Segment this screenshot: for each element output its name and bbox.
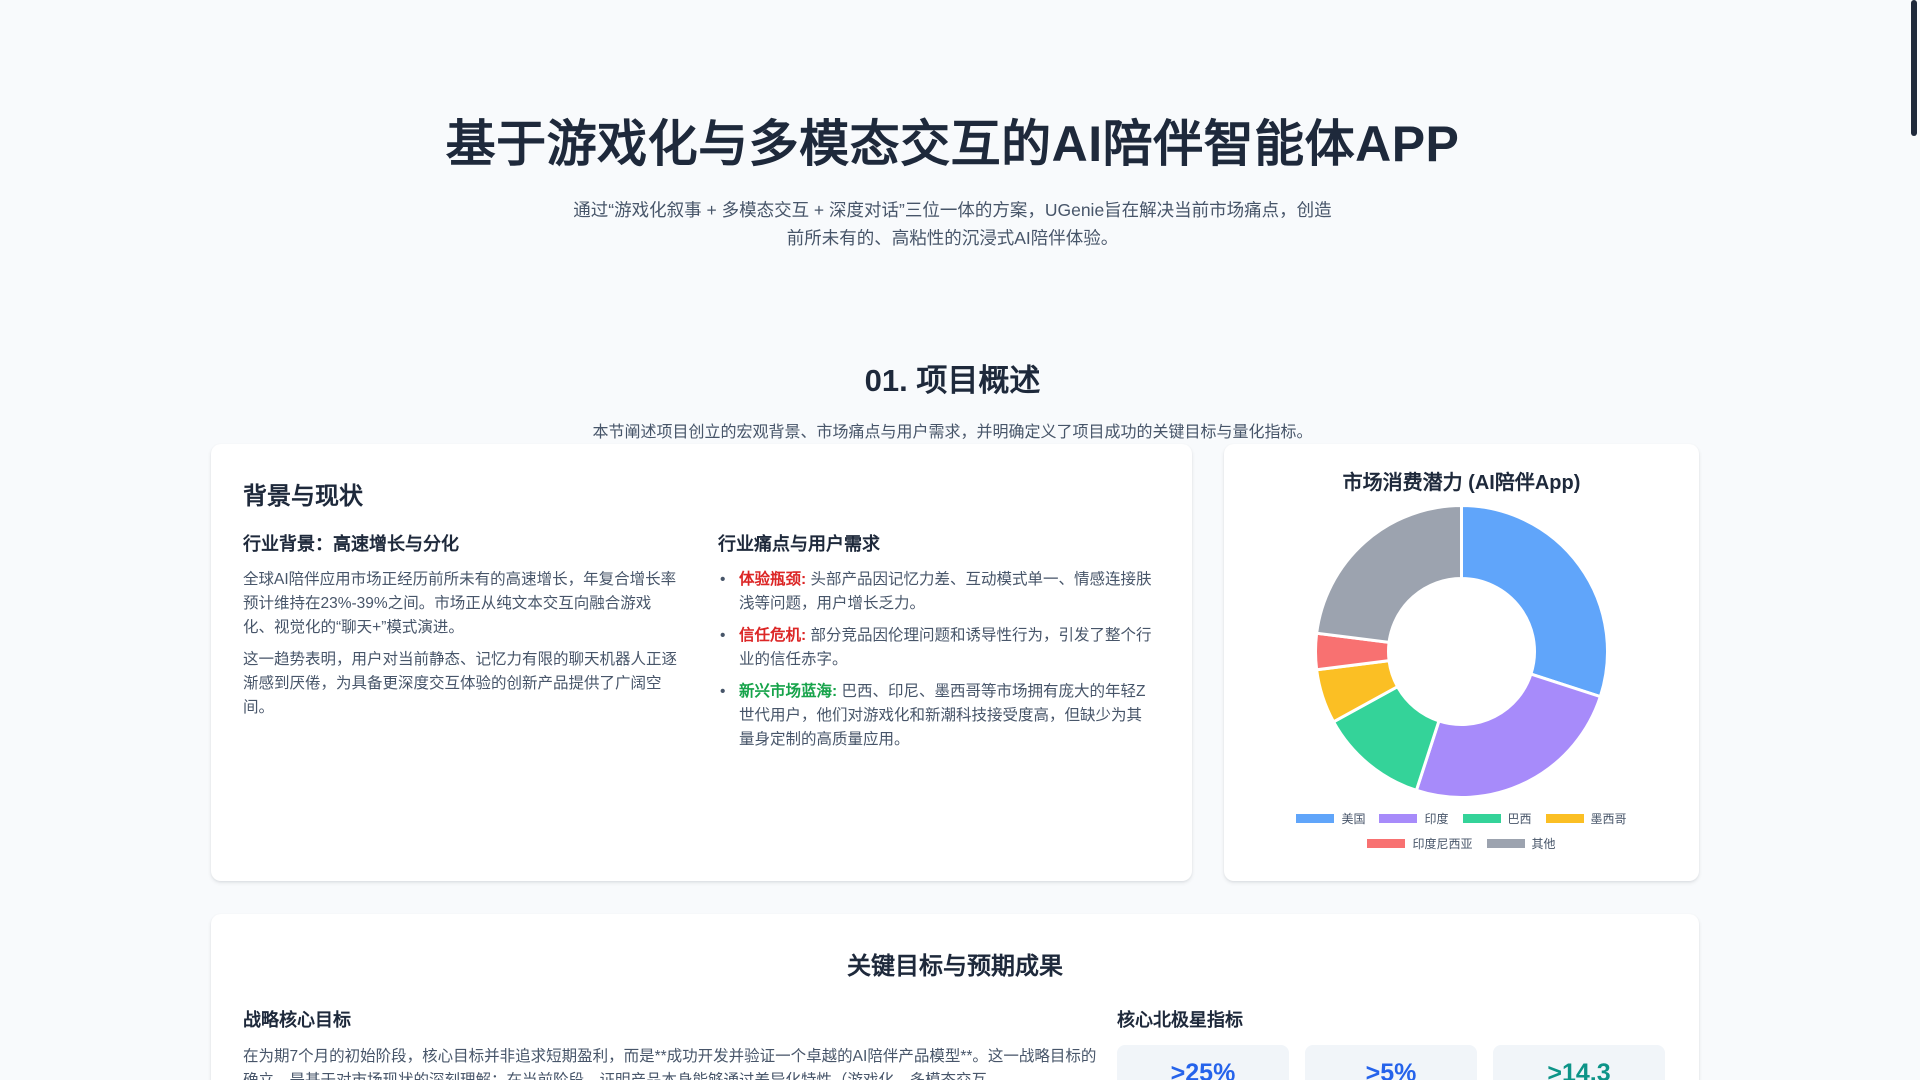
strategic-goal: 战略核心目标 在为期7个月的初始阶段，核心目标并非追求短期盈利，而是**成功开发… bbox=[243, 1006, 1103, 1080]
legend-swatch bbox=[1296, 814, 1335, 823]
list-item: 信任危机: 部分竞品因伦理问题和诱导性行为，引发了整个行业的信任赤字。 bbox=[718, 624, 1155, 672]
pain-point-tag: 信任危机: bbox=[739, 627, 807, 644]
donut-slice-1[interactable] bbox=[1460, 504, 1609, 699]
goals-card: 关键目标与预期成果 战略核心目标 在为期7个月的初始阶段，核心目标并非追求短期盈… bbox=[211, 914, 1699, 1080]
legend-swatch bbox=[1462, 814, 1501, 823]
legend-label: 印度尼西亚 bbox=[1412, 837, 1473, 851]
chart-title: 市场消费潜力 (AI陪伴App) bbox=[1342, 472, 1581, 494]
background-title: 背景与现状 bbox=[243, 483, 363, 510]
industry-trend-paragraph: 这一趋势表明，用户对当前静态、记忆力有限的聊天机器人正逐渐感到厌倦，为具备更深度… bbox=[243, 651, 678, 716]
legend-swatch bbox=[1379, 814, 1418, 823]
industry-background-column: 行业背景：高速增长与分化 全球AI陪伴应用市场正经历前所未有的高速增长，年复合增… bbox=[243, 530, 680, 760]
legend-item[interactable]: 印度 bbox=[1379, 810, 1449, 827]
metric-value: >5% bbox=[1365, 1059, 1417, 1080]
donut-slice-2[interactable] bbox=[1414, 672, 1603, 799]
legend-label: 巴西 bbox=[1507, 812, 1532, 826]
legend-swatch bbox=[1545, 814, 1584, 823]
legend-swatch bbox=[1486, 839, 1525, 848]
section-title: 01. 项目概述 bbox=[864, 363, 1041, 398]
background-card: 背景与现状 行业背景：高速增长与分化 全球AI陪伴应用市场正经历前所未有的高速增… bbox=[211, 444, 1192, 881]
list-item: 体验瓶颈: 头部产品因记忆力差、互动模式单一、情感连接肤浅等问题，用户增长乏力。 bbox=[718, 568, 1155, 616]
pain-points-column: 行业痛点与用户需求 体验瓶颈: 头部产品因记忆力差、互动模式单一、情感连接肤浅等… bbox=[718, 530, 1155, 760]
pain-point-tag: 体验瓶颈: bbox=[739, 571, 807, 588]
goals-title: 关键目标与预期成果 bbox=[847, 953, 1063, 980]
strategic-goal-text: 在为期7个月的初始阶段，核心目标并非追求短期盈利，而是**成功开发并验证一个卓越… bbox=[243, 1048, 1097, 1080]
legend-item[interactable]: 墨西哥 bbox=[1545, 810, 1627, 827]
legend-label: 墨西哥 bbox=[1590, 812, 1627, 826]
pain-points-heading: 行业痛点与用户需求 bbox=[718, 534, 880, 554]
legend-swatch bbox=[1367, 839, 1406, 848]
market-chart-card: 市场消费潜力 (AI陪伴App) 美国 印度 巴西 墨西哥 印度尼西亚 其他 bbox=[1224, 444, 1699, 881]
strategic-goal-heading: 战略核心目标 bbox=[243, 1010, 351, 1030]
north-star-heading: 核心北极星指标 bbox=[1117, 1010, 1243, 1030]
industry-background-paragraph: 全球AI陪伴应用市场正经历前所未有的高速增长，年复合增长率预计维持在23%-39… bbox=[243, 571, 677, 636]
page-subtitle: 通过“游戏化叙事 + 多模态交互 + 深度对话”三位一体的方案，UGenie旨在… bbox=[573, 200, 1332, 248]
list-item: 新兴市场蓝海: 巴西、印尼、墨西哥等市场拥有庞大的年轻Z世代用户，他们对游戏化和… bbox=[718, 680, 1155, 752]
legend-item[interactable]: 其他 bbox=[1486, 835, 1556, 852]
legend-label: 印度 bbox=[1424, 812, 1449, 826]
donut-slice-6[interactable] bbox=[1314, 504, 1463, 645]
donut-chart bbox=[1314, 504, 1609, 799]
metric-card: >5% bbox=[1305, 1045, 1477, 1080]
legend-item[interactable]: 印度尼西亚 bbox=[1367, 835, 1473, 852]
page-title: 基于游戏化与多模态交互的AI陪伴智能体APP bbox=[445, 116, 1460, 172]
legend-item[interactable]: 巴西 bbox=[1462, 810, 1532, 827]
industry-background-heading: 行业背景：高速增长与分化 bbox=[243, 534, 459, 554]
overview-row: 背景与现状 行业背景：高速增长与分化 全球AI陪伴应用市场正经历前所未有的高速增… bbox=[211, 444, 1699, 881]
metric-value: >14.3 bbox=[1547, 1059, 1611, 1080]
hero: 基于游戏化与多模态交互的AI陪伴智能体APP 通过“游戏化叙事 + 多模态交互 … bbox=[0, 0, 1905, 252]
metric-card: >25% bbox=[1117, 1045, 1289, 1080]
legend-label: 美国 bbox=[1341, 812, 1366, 826]
pain-points-list: 体验瓶颈: 头部产品因记忆力差、互动模式单一、情感连接肤浅等问题，用户增长乏力。… bbox=[718, 568, 1155, 752]
legend-label: 其他 bbox=[1531, 837, 1556, 851]
metric-value: >25% bbox=[1170, 1059, 1236, 1080]
north-star-metrics: 核心北极星指标 >25% >5% >14.3 bbox=[1117, 1006, 1677, 1080]
legend-item[interactable]: 美国 bbox=[1296, 810, 1365, 827]
page: 基于游戏化与多模态交互的AI陪伴智能体APP 通过“游戏化叙事 + 多模态交互 … bbox=[0, 0, 1905, 1080]
metric-card: >14.3 bbox=[1493, 1045, 1665, 1080]
section-subtitle: 本节阐述项目创立的宏观背景、市场痛点与用户需求，并明确定义了项目成功的关键目标与… bbox=[592, 424, 1313, 441]
scrollbar[interactable] bbox=[1905, 0, 1920, 1080]
section-header: 01. 项目概述 本节阐述项目创立的宏观背景、市场痛点与用户需求，并明确定义了项… bbox=[0, 355, 1905, 442]
scrollbar-thumb[interactable] bbox=[1911, 0, 1917, 136]
chart-legend: 美国 印度 巴西 墨西哥 印度尼西亚 其他 bbox=[1224, 810, 1699, 860]
pain-point-tag: 新兴市场蓝海: bbox=[739, 683, 838, 700]
